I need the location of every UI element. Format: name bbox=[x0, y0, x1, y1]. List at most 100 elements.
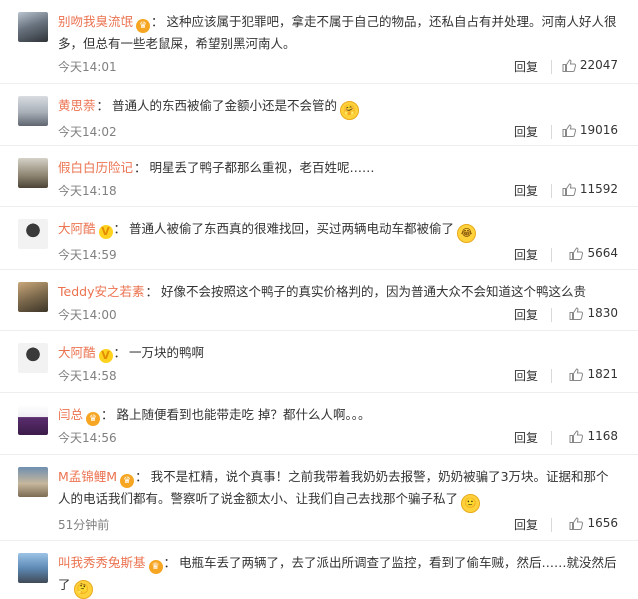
crown-badge-icon: ♛ bbox=[136, 19, 151, 33]
like-count: 11592 bbox=[579, 182, 618, 196]
username[interactable]: 大阿酷 bbox=[58, 345, 96, 360]
reply-button[interactable]: 回复 bbox=[514, 429, 538, 446]
thumbs-up-icon bbox=[562, 182, 576, 196]
like-count: 1821 bbox=[587, 367, 618, 381]
comment-item: 假白白历险记： 明星丢了鸭子都那么重视，老百姓呢…… 今天14:18 回复 115… bbox=[0, 146, 638, 207]
comment-text: 一万块的鸭啊 bbox=[129, 345, 205, 360]
timestamp: 今天14:00 bbox=[58, 308, 117, 322]
verified-v-badge-icon: V bbox=[98, 349, 113, 363]
username[interactable]: 黄思萘 bbox=[58, 98, 96, 113]
comment-body: 闫总 ♛：路上随便看到也能带走吃 掉？都什么人啊。。。 bbox=[58, 407, 371, 426]
comment-meta: 今天14:56 回复 1168 bbox=[58, 426, 618, 452]
reply-button[interactable]: 回复 bbox=[514, 182, 538, 199]
avatar[interactable] bbox=[18, 405, 48, 435]
like-button[interactable]: 11592 bbox=[562, 182, 618, 196]
verified-v-badge-icon: V bbox=[98, 225, 113, 239]
reply-button[interactable]: 回复 bbox=[514, 58, 538, 75]
comment-meta: 今天14:01 回复 22047 bbox=[58, 55, 618, 81]
crown-badge-icon: ♛ bbox=[120, 474, 135, 488]
like-count: 19016 bbox=[579, 123, 618, 137]
reply-button[interactable]: 回复 bbox=[514, 367, 538, 384]
like-count: 22047 bbox=[579, 58, 618, 72]
like-button[interactable]: 1168 bbox=[569, 429, 618, 443]
hug-emoji-icon: 🤗 bbox=[340, 101, 360, 120]
divider bbox=[551, 308, 552, 322]
timestamp: 今天14:56 bbox=[58, 431, 117, 445]
avatar[interactable] bbox=[18, 96, 48, 126]
divider bbox=[551, 184, 552, 198]
avatar[interactable] bbox=[18, 12, 48, 42]
comment-meta: 今天14:00 回复 1830 bbox=[58, 303, 618, 329]
comment-item: 别吻我臭流氓 ♛：这种应该属于犯罪吧，拿走不属于自己的物品，还私自占有并处理。河南… bbox=[0, 0, 638, 84]
like-count: 1168 bbox=[587, 429, 618, 443]
like-button[interactable]: 1821 bbox=[569, 367, 618, 381]
thumbs-up-icon bbox=[562, 123, 576, 137]
comment-text: 普通人被偷了东西真的很难找回，买过两辆电动车都被偷了 bbox=[129, 221, 455, 236]
timestamp: 今天14:58 bbox=[58, 369, 117, 383]
divider bbox=[551, 518, 552, 532]
comment-item: Teddy安之若素： 好像不会按照这个鸭子的真实价格判的，因为普通大众不会知道这个… bbox=[0, 270, 638, 331]
comment-meta: 今天14:18 回复 11592 bbox=[58, 179, 618, 205]
comment-item: 闫总 ♛：路上随便看到也能带走吃 掉？都什么人啊。。。 今天14:56 回复 11… bbox=[0, 393, 638, 455]
avatar[interactable] bbox=[18, 158, 48, 188]
comment-meta: 今天14:59 回复 5664 bbox=[58, 243, 618, 269]
comment-text: 明星丢了鸭子都那么重视，老百姓呢…… bbox=[149, 160, 375, 175]
username[interactable]: 别吻我臭流氓 bbox=[58, 14, 133, 29]
thumbs-up-icon bbox=[569, 306, 584, 320]
comment-item: 叫我秀秀兔斯基 ♛：电瓶车丢了两辆了，去了派出所调查了监控，看到了偷车贼，然后……… bbox=[0, 541, 638, 599]
reply-button[interactable]: 回复 bbox=[514, 306, 538, 323]
crown-badge-icon: ♛ bbox=[86, 412, 101, 426]
like-count: 5664 bbox=[587, 246, 618, 260]
comment-body: 假白白历险记： 明星丢了鸭子都那么重视，老百姓呢…… bbox=[58, 160, 375, 175]
divider bbox=[551, 60, 552, 74]
comment-body: 叫我秀秀兔斯基 ♛：电瓶车丢了两辆了，去了派出所调查了监控，看到了偷车贼，然后……… bbox=[58, 552, 618, 599]
crying-emoji-icon: 😂 bbox=[457, 224, 477, 243]
divider bbox=[551, 369, 552, 383]
comment-body: 大阿酷 V：普通人被偷了东西真的很难找回，买过两辆电动车都被偷了 😂 bbox=[58, 218, 618, 243]
like-button[interactable]: 19016 bbox=[562, 123, 618, 137]
reply-button[interactable]: 回复 bbox=[514, 123, 538, 140]
comment-text: 普通人的东西被偷了金额小还是不会管的 bbox=[112, 98, 338, 113]
avatar[interactable] bbox=[18, 553, 48, 583]
comment-body: 大阿酷 V：一万块的鸭啊 bbox=[58, 345, 205, 363]
username[interactable]: 闫总 bbox=[58, 407, 83, 422]
like-button[interactable]: 22047 bbox=[562, 58, 618, 72]
comment-text: 好像不会按照这个鸭子的真实价格判的，因为普通大众不会知道这个鸭这么贵 bbox=[160, 284, 586, 299]
username[interactable]: 大阿酷 bbox=[58, 221, 96, 236]
comment-body: Teddy安之若素： 好像不会按照这个鸭子的真实价格判的，因为普通大众不会知道这个… bbox=[58, 284, 586, 299]
thumbs-up-icon bbox=[569, 429, 584, 443]
like-count: 1830 bbox=[587, 306, 618, 320]
avatar[interactable] bbox=[18, 467, 48, 497]
avatar[interactable] bbox=[18, 219, 48, 249]
username[interactable]: 假白白历险记 bbox=[58, 160, 133, 175]
timestamp: 今天14:18 bbox=[58, 184, 117, 198]
comment-body: 黄思萘： 普通人的东西被偷了金额小还是不会管的 🤗 bbox=[58, 95, 618, 120]
username[interactable]: 叫我秀秀兔斯基 bbox=[58, 555, 146, 570]
like-button[interactable]: 5664 bbox=[569, 246, 618, 260]
reply-button[interactable]: 回复 bbox=[514, 516, 538, 533]
timestamp: 今天14:02 bbox=[58, 125, 117, 139]
comment-item: 大阿酷 V：普通人被偷了东西真的很难找回，买过两辆电动车都被偷了 😂 今天14:59… bbox=[0, 207, 638, 270]
avatar[interactable] bbox=[18, 343, 48, 373]
timestamp: 51分钟前 bbox=[58, 518, 110, 532]
thumbs-up-icon bbox=[569, 367, 584, 381]
comment-body: M孟锦鲤M ♛：我不是杠精，说个真事！之前我带着我奶奶去报警，奶奶被骗了3万块。证… bbox=[58, 466, 618, 513]
like-button[interactable]: 1656 bbox=[569, 516, 618, 530]
divider bbox=[551, 248, 552, 262]
thumbs-up-icon bbox=[562, 58, 576, 72]
like-button[interactable]: 1830 bbox=[569, 306, 618, 320]
username[interactable]: M孟锦鲤M bbox=[58, 469, 117, 484]
thumbs-up-icon bbox=[569, 516, 584, 530]
avatar[interactable] bbox=[18, 282, 48, 312]
comment-item: 黄思萘： 普通人的东西被偷了金额小还是不会管的 🤗 今天14:02 回复 19016 bbox=[0, 84, 638, 146]
like-count: 1656 bbox=[587, 516, 618, 530]
comment-meta: 今天14:58 回复 1821 bbox=[58, 364, 618, 390]
thumbs-up-icon bbox=[569, 246, 584, 260]
reply-button[interactable]: 回复 bbox=[514, 246, 538, 263]
comment-body: 别吻我臭流氓 ♛：这种应该属于犯罪吧，拿走不属于自己的物品，还私自占有并处理。河南… bbox=[58, 14, 617, 51]
comment-meta: 今天14:02 回复 19016 bbox=[58, 120, 618, 146]
username[interactable]: Teddy安之若素 bbox=[58, 284, 144, 299]
comment-item: 大阿酷 V：一万块的鸭啊 今天14:58 回复 1821 bbox=[0, 331, 638, 393]
timestamp: 今天14:01 bbox=[58, 60, 117, 74]
comment-item: M孟锦鲤M ♛：我不是杠精，说个真事！之前我带着我奶奶去报警，奶奶被骗了3万块。证… bbox=[0, 455, 638, 541]
